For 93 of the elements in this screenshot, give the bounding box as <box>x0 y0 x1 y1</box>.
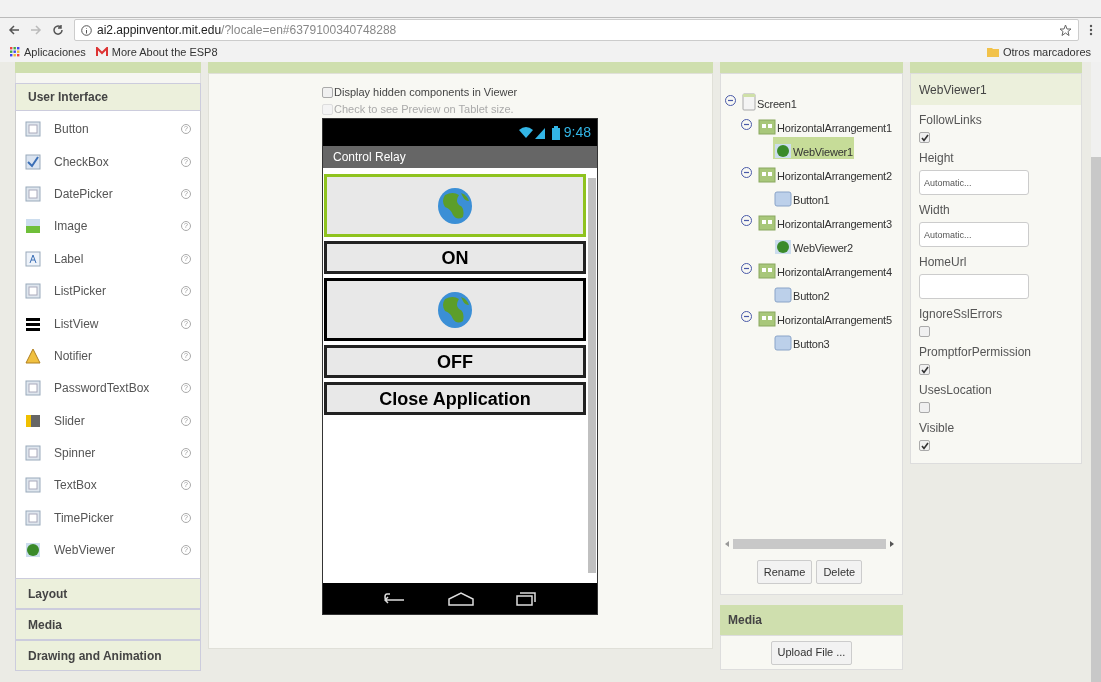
battery-icon <box>551 125 560 140</box>
tree-item[interactable]: Button1 <box>773 185 831 207</box>
property-field[interactable] <box>919 274 1029 299</box>
preview-button[interactable]: Close Application <box>324 382 586 415</box>
panel-button[interactable]: Rename <box>756 560 813 584</box>
apps-grid-icon <box>10 47 20 57</box>
option-label: Check to see Preview on Tablet size. <box>334 102 514 118</box>
slider-icon <box>25 412 41 429</box>
address-bar[interactable]: ai2.appinventor.mit.edu/?locale=en#6379100340748288 <box>74 19 1079 41</box>
property-label: Visible <box>919 420 956 437</box>
tree-item[interactable]: HorizontalArrangement1 <box>757 113 893 135</box>
media-header: Media <box>720 605 903 635</box>
collapse-icon[interactable] <box>741 310 752 322</box>
button-icon <box>774 335 792 351</box>
checkbox-icon <box>25 153 41 170</box>
arrangement-icon <box>758 311 776 327</box>
collapse-icon[interactable] <box>741 118 752 130</box>
section-header[interactable]: User Interface <box>15 83 201 111</box>
arrangement-icon <box>758 215 776 231</box>
globe-icon <box>437 186 473 225</box>
signal-icon <box>517 125 548 140</box>
section-header[interactable]: Media <box>15 609 201 641</box>
app-title-bar: Control Relay <box>323 146 597 168</box>
property-label: Height <box>919 150 955 167</box>
property-field[interactable]: Automatic... <box>919 222 1029 247</box>
globe-icon <box>774 239 792 255</box>
tree-item[interactable]: HorizontalArrangement2 <box>757 161 893 183</box>
scroll-right-icon[interactable] <box>890 541 894 547</box>
property-label: HomeUrl <box>919 254 968 271</box>
globe-icon <box>437 290 473 329</box>
checkbox[interactable] <box>919 364 930 375</box>
option-label: Display hidden components in Viewer <box>334 85 518 101</box>
list-lines-icon <box>25 315 41 332</box>
section-header[interactable]: Layout <box>15 578 201 610</box>
tree-item[interactable]: HorizontalArrangement4 <box>757 257 893 279</box>
scroll-left-icon[interactable] <box>725 541 729 547</box>
globe-icon <box>774 143 792 159</box>
button-icon <box>25 121 41 138</box>
preview-button[interactable]: ON <box>324 241 586 274</box>
image-icon <box>25 218 41 235</box>
checkbox[interactable] <box>919 326 930 337</box>
horizontal-scrollbar[interactable] <box>725 538 894 550</box>
tree-item[interactable]: WebViewer1 <box>773 137 854 159</box>
star-icon[interactable] <box>1059 23 1072 37</box>
panel-button[interactable]: Delete <box>816 560 863 584</box>
screen-icon <box>742 93 756 111</box>
recents-icon[interactable] <box>516 591 536 606</box>
selected-component-title: WebViewer1 <box>911 74 1081 105</box>
other-bookmarks[interactable]: Otros marcadores <box>986 43 1091 61</box>
collapse-icon[interactable] <box>741 166 752 178</box>
tree-item[interactable]: HorizontalArrangement5 <box>757 305 893 327</box>
bookmark-link[interactable]: More About the ESP8 <box>95 43 218 61</box>
tree-item[interactable]: WebViewer2 <box>773 233 854 255</box>
property-label: IgnoreSslErrors <box>919 306 1004 323</box>
tree-item[interactable]: Screen1 <box>741 89 798 111</box>
tree-item[interactable]: Button3 <box>773 329 831 351</box>
mail-icon <box>95 47 108 57</box>
button-icon <box>774 287 792 303</box>
reload-icon[interactable] <box>52 24 64 36</box>
arrangement-icon <box>758 263 776 279</box>
collapse-icon[interactable] <box>741 214 752 226</box>
folder-icon <box>986 47 999 57</box>
checkbox[interactable] <box>919 402 930 413</box>
collapse-icon[interactable] <box>741 262 752 274</box>
apps-bookmark[interactable]: Aplicaciones <box>10 43 86 61</box>
arrangement-icon <box>758 119 776 135</box>
property-field[interactable]: Automatic... <box>919 170 1029 195</box>
text-label-icon <box>25 250 41 267</box>
globe-icon <box>25 542 41 559</box>
back-icon[interactable] <box>384 591 406 606</box>
webviewer-preview[interactable] <box>324 278 586 341</box>
back-icon[interactable] <box>8 24 20 36</box>
section-header[interactable]: Drawing and Animation <box>15 640 201 672</box>
property-label: Width <box>919 202 951 219</box>
button-icon <box>774 191 792 207</box>
checkbox[interactable] <box>919 440 930 451</box>
warning-icon <box>25 347 41 364</box>
checkbox[interactable] <box>322 87 333 98</box>
preview-button[interactable]: OFF <box>324 345 586 378</box>
menu-icon[interactable] <box>1089 24 1093 36</box>
status-time: 9:48 <box>563 123 591 142</box>
property-label: UsesLocation <box>919 382 993 399</box>
info-icon <box>81 24 92 36</box>
property-label: FollowLinks <box>919 112 983 129</box>
arrangement-icon <box>758 167 776 183</box>
upload-button[interactable]: Upload File ... <box>770 640 853 665</box>
home-icon[interactable] <box>448 591 474 606</box>
page-scrollbar[interactable] <box>1091 62 1101 682</box>
checkbox[interactable] <box>919 132 930 143</box>
tree-item[interactable]: HorizontalArrangement3 <box>757 209 893 231</box>
collapse-icon[interactable] <box>725 94 736 106</box>
tree-item[interactable]: Button2 <box>773 281 831 303</box>
property-label: PromptforPermission <box>919 344 1033 361</box>
